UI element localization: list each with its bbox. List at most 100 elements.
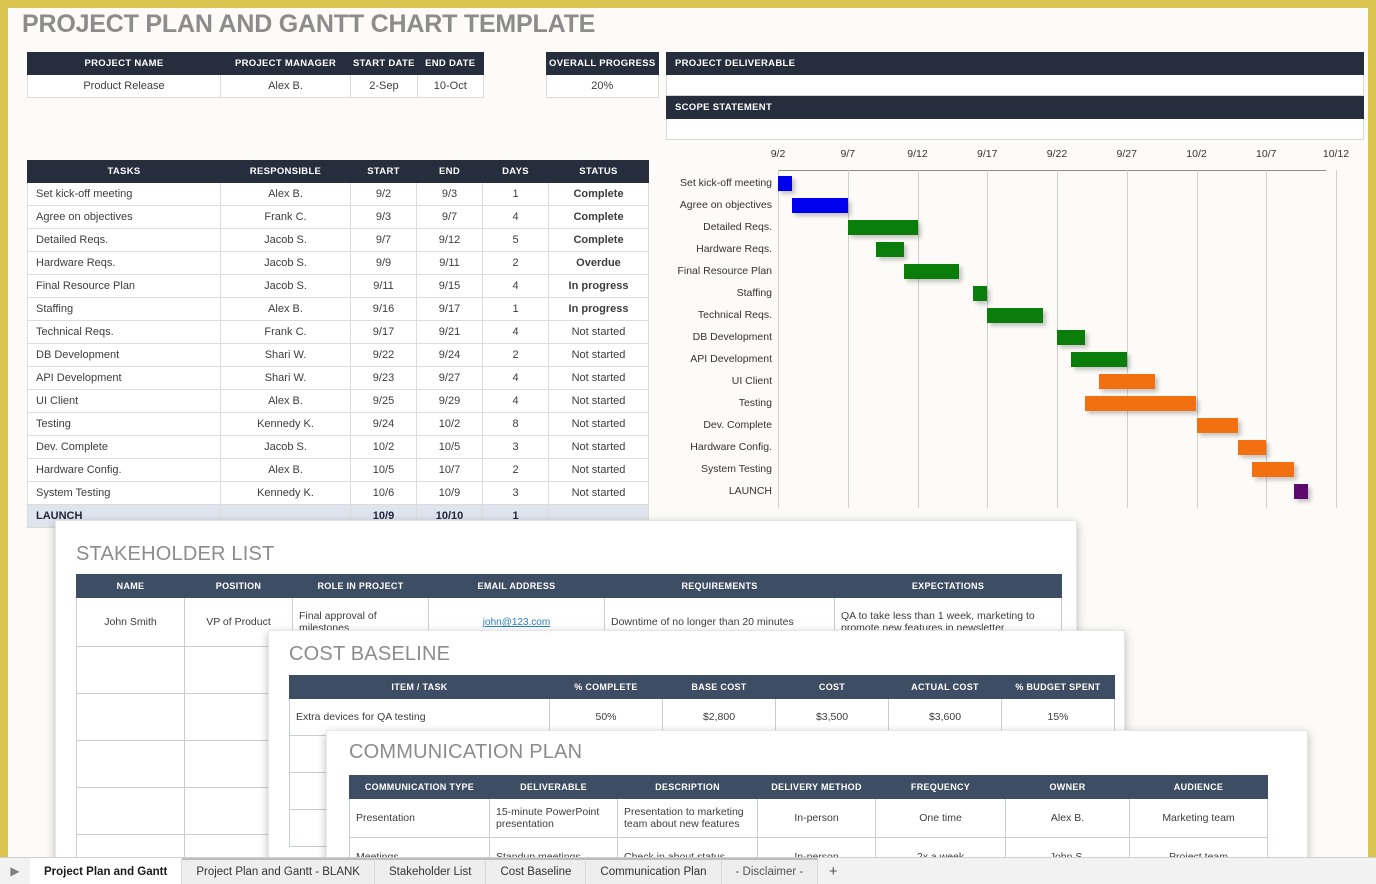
cell-status[interactable]: Complete xyxy=(548,182,649,206)
cell-end[interactable]: 9/24 xyxy=(416,343,483,367)
gantt-bar[interactable] xyxy=(1057,330,1085,345)
cell-status[interactable]: Not started xyxy=(548,412,649,436)
cell-end-date[interactable]: 10-Oct xyxy=(416,74,484,98)
cell-status[interactable]: Not started xyxy=(548,481,649,505)
cell-task[interactable]: Hardware Config. xyxy=(27,458,221,482)
cell-responsible[interactable]: Kennedy K. xyxy=(220,412,351,436)
sheet-tab-communication-plan[interactable]: Communication Plan xyxy=(586,858,722,884)
cell-overall-progress[interactable]: 20% xyxy=(546,74,659,98)
gantt-bar[interactable] xyxy=(1196,418,1239,433)
cell-days[interactable]: 1 xyxy=(482,297,549,321)
sheet-tab-cost-baseline[interactable]: Cost Baseline xyxy=(486,858,587,884)
cell-method[interactable]: In-person xyxy=(757,798,876,838)
cell-start[interactable]: 9/17 xyxy=(350,320,417,344)
cell-responsible[interactable]: Jacob S. xyxy=(220,274,351,298)
sheet-tab-project-plan-and-gantt[interactable]: Project Plan and Gantt xyxy=(30,858,183,884)
cell-responsible[interactable]: Shari W. xyxy=(220,366,351,390)
cell-task[interactable]: DB Development xyxy=(27,343,221,367)
cell-days[interactable]: 5 xyxy=(482,228,549,252)
cell-days[interactable]: 3 xyxy=(482,435,549,459)
gantt-bar[interactable] xyxy=(778,176,792,191)
cell-status[interactable]: Not started xyxy=(548,366,649,390)
cell-task[interactable]: Hardware Reqs. xyxy=(27,251,221,275)
cell-start[interactable]: 10/2 xyxy=(350,435,417,459)
cell-end[interactable]: 9/7 xyxy=(416,205,483,229)
cell-name[interactable]: John Smith xyxy=(76,597,185,647)
scope-statement-value[interactable] xyxy=(666,119,1364,140)
cell-days[interactable]: 2 xyxy=(482,251,549,275)
cell-status[interactable]: Not started xyxy=(548,320,649,344)
cell-name[interactable] xyxy=(76,646,185,694)
add-sheet-button[interactable]: + xyxy=(818,858,848,884)
cell-status[interactable]: Not started xyxy=(548,343,649,367)
gantt-bar[interactable] xyxy=(903,264,960,279)
cell-status[interactable]: Not started xyxy=(548,389,649,413)
cell-task[interactable]: UI Client xyxy=(27,389,221,413)
gantt-bar[interactable] xyxy=(1294,484,1309,499)
cell-deliverable[interactable]: 15-minute PowerPoint presentation xyxy=(489,798,618,838)
cell-responsible[interactable]: Jacob S. xyxy=(220,251,351,275)
gantt-bar[interactable] xyxy=(1252,462,1295,477)
cell-days[interactable]: 4 xyxy=(482,366,549,390)
cell-start[interactable]: 9/11 xyxy=(350,274,417,298)
cell-responsible[interactable]: Alex B. xyxy=(220,458,351,482)
cell-frequency[interactable]: One time xyxy=(875,798,1006,838)
cell-task[interactable]: Set kick-off meeting xyxy=(27,182,221,206)
cell-start[interactable]: 9/16 xyxy=(350,297,417,321)
cell-status[interactable]: In progress xyxy=(548,297,649,321)
project-deliverable-value[interactable] xyxy=(666,75,1364,96)
cell-start[interactable]: 10/5 xyxy=(350,458,417,482)
cell-status[interactable]: Not started xyxy=(548,458,649,482)
cell-status[interactable]: Complete xyxy=(548,228,649,252)
cell-responsible[interactable]: Kennedy K. xyxy=(220,481,351,505)
cell-responsible[interactable]: Alex B. xyxy=(220,297,351,321)
cell-end[interactable]: 9/27 xyxy=(416,366,483,390)
cell-responsible[interactable]: Jacob S. xyxy=(220,435,351,459)
gantt-bar[interactable] xyxy=(987,308,1044,323)
cell-status[interactable]: Overdue xyxy=(548,251,649,275)
gantt-bar[interactable] xyxy=(791,198,848,213)
cell-task[interactable]: Testing xyxy=(27,412,221,436)
cell-days[interactable]: 4 xyxy=(482,320,549,344)
sheet-tab-project-plan-and-gantt-blank[interactable]: Project Plan and Gantt - BLANK xyxy=(182,858,375,884)
cell-start[interactable]: 9/3 xyxy=(350,205,417,229)
sheet-tab-disclaimer[interactable]: - Disclaimer - xyxy=(721,858,819,884)
cell-days[interactable]: 4 xyxy=(482,389,549,413)
cell-start[interactable]: 9/23 xyxy=(350,366,417,390)
cell-end[interactable]: 9/29 xyxy=(416,389,483,413)
gantt-bar[interactable] xyxy=(1084,396,1197,411)
cell-task[interactable]: Final Resource Plan xyxy=(27,274,221,298)
gantt-bar[interactable] xyxy=(847,220,918,235)
cell-task[interactable]: System Testing xyxy=(27,481,221,505)
cell-end[interactable]: 10/5 xyxy=(416,435,483,459)
email-link[interactable]: john@123.com xyxy=(483,617,550,628)
cell-days[interactable]: 2 xyxy=(482,343,549,367)
cell-start[interactable]: 9/2 xyxy=(350,182,417,206)
cell-start[interactable]: 10/6 xyxy=(350,481,417,505)
cell-owner[interactable]: Alex B. xyxy=(1005,798,1130,838)
cell-days[interactable]: 1 xyxy=(482,182,549,206)
cell-end[interactable]: 9/17 xyxy=(416,297,483,321)
gantt-bar[interactable] xyxy=(973,286,988,301)
cell-task[interactable]: Staffing xyxy=(27,297,221,321)
cell-end[interactable]: 10/2 xyxy=(416,412,483,436)
cell-end[interactable]: 9/15 xyxy=(416,274,483,298)
play-right-icon[interactable]: ▶ xyxy=(0,858,30,884)
cell-end[interactable]: 9/12 xyxy=(416,228,483,252)
gantt-bar[interactable] xyxy=(1070,352,1127,367)
cell-end[interactable]: 10/7 xyxy=(416,458,483,482)
cell-status[interactable]: In progress xyxy=(548,274,649,298)
cell-project-manager[interactable]: Alex B. xyxy=(220,74,351,98)
cell-end[interactable]: 10/9 xyxy=(416,481,483,505)
cell-project-name[interactable]: Product Release xyxy=(27,74,221,98)
cell-name[interactable] xyxy=(76,693,185,741)
gantt-bar[interactable] xyxy=(875,242,904,257)
cell-start-date[interactable]: 2-Sep xyxy=(350,74,418,98)
cell-name[interactable] xyxy=(76,787,185,835)
cell-audience[interactable]: Marketing team xyxy=(1129,798,1268,838)
cell-name[interactable] xyxy=(76,740,185,788)
cell-end[interactable]: 9/11 xyxy=(416,251,483,275)
cell-task[interactable]: Detailed Reqs. xyxy=(27,228,221,252)
cell-task[interactable]: Agree on objectives xyxy=(27,205,221,229)
cell-responsible[interactable]: Frank C. xyxy=(220,205,351,229)
